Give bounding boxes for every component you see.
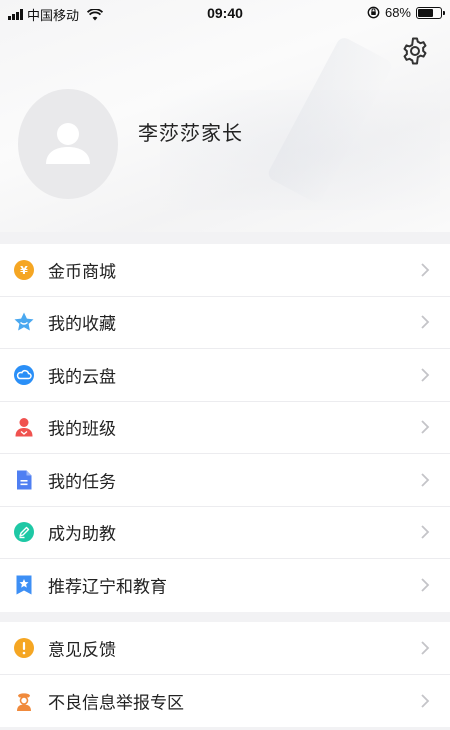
menu-group-feedback: 意见反馈 不良信息举报专区 (0, 622, 450, 727)
settings-gear-icon[interactable] (400, 36, 430, 66)
menu-item-feedback[interactable]: 意见反馈 (0, 622, 450, 675)
svg-text:¥: ¥ (20, 264, 28, 277)
menu-item-coin-mall[interactable]: ¥ 金币商城 (0, 244, 450, 297)
menu-item-cloud-disk[interactable]: 我的云盘 (0, 349, 450, 402)
assistant-pen-icon (14, 522, 34, 543)
orientation-lock-icon (367, 6, 380, 19)
chevron-right-icon (421, 578, 430, 592)
menu-item-label: 推荐辽宁和教育 (48, 577, 167, 597)
avatar[interactable] (18, 89, 118, 199)
chevron-right-icon (421, 694, 430, 708)
profile-name[interactable]: 李莎莎家长 (138, 117, 243, 146)
background-decoration (160, 90, 440, 210)
menu-item-become-assistant[interactable]: 成为助教 (0, 507, 450, 559)
menu-item-label: 成为助教 (48, 524, 116, 544)
menu-item-label: 意见反馈 (48, 640, 116, 660)
chevron-right-icon (421, 315, 430, 329)
profile-header: 中国移动 09:40 68% 李莎莎家长 (0, 0, 450, 232)
menu-item-label: 金币商城 (48, 262, 116, 282)
menu-item-label: 我的任务 (48, 472, 116, 492)
report-officer-icon (17, 693, 31, 711)
battery-icon (416, 6, 445, 19)
cloud-icon (14, 364, 34, 385)
menu-item-label: 我的收藏 (48, 314, 116, 334)
menu-item-my-class[interactable]: 我的班级 (0, 402, 450, 454)
menu-item-my-tasks[interactable]: 我的任务 (0, 454, 450, 507)
task-document-icon (17, 470, 32, 490)
class-icon (15, 418, 33, 437)
chevron-right-icon (421, 263, 430, 277)
star-icon (14, 312, 34, 331)
status-right: 68% (367, 5, 445, 20)
coin-icon: ¥ (14, 259, 34, 280)
chevron-right-icon (421, 473, 430, 487)
battery-fill (418, 8, 433, 17)
menu-item-recommend[interactable]: 推荐辽宁和教育 (0, 559, 450, 612)
feedback-exclamation-icon (14, 637, 34, 658)
status-bar: 中国移动 09:40 68% (0, 0, 450, 26)
user-silhouette-icon (46, 123, 90, 164)
chevron-right-icon (421, 368, 430, 382)
menu-item-label: 我的班级 (48, 419, 116, 439)
menu-item-report-harmful-info[interactable]: 不良信息举报专区 (0, 675, 450, 728)
battery-percent: 68% (384, 5, 411, 20)
menu-item-label: 我的云盘 (48, 367, 116, 387)
chevron-right-icon (421, 641, 430, 655)
recommend-bookmark-icon (16, 575, 32, 595)
menu-item-label: 不良信息举报专区 (48, 693, 184, 713)
menu-item-favorites[interactable]: 我的收藏 (0, 297, 450, 349)
chevron-right-icon (421, 525, 430, 539)
menu-group-main: ¥ 金币商城 我的收藏 我的云盘 我的班级 我的任务 成为助教 推荐辽宁和教育 (0, 244, 450, 612)
chevron-right-icon (421, 420, 430, 434)
